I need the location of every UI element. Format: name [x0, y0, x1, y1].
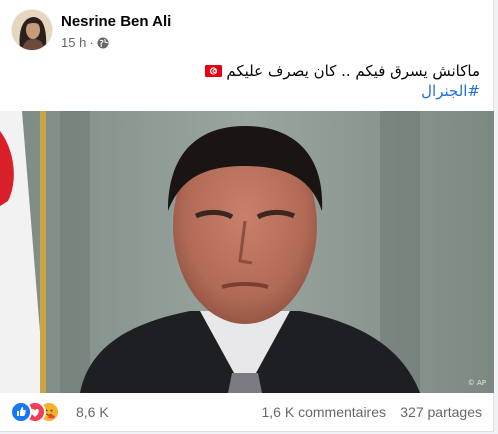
post-header: Nesrine Ben Ali 15 h · [12, 10, 482, 54]
author-avatar[interactable] [12, 10, 52, 50]
globe-icon [97, 37, 109, 49]
post-time[interactable]: 15 h [61, 35, 86, 50]
photo-credit: © AP [467, 379, 486, 387]
reactions-summary[interactable] [12, 403, 72, 421]
comments-count[interactable]: 1,6 K commentaires [262, 404, 387, 420]
author-name[interactable]: Nesrine Ben Ali [61, 13, 171, 30]
post-photo[interactable]: © AP [0, 111, 494, 393]
like-icon [12, 403, 30, 421]
shares-count[interactable]: 327 partages [400, 404, 482, 420]
meta-separator: · [89, 35, 94, 50]
hashtag-link[interactable]: #الجنرال [202, 81, 480, 101]
facebook-post: Nesrine Ben Ali 15 h · ماكانش يسرق فيكم … [0, 0, 494, 432]
post-text: ماكانش يسرق فيكم .. كان يصرف عليكم #الجن… [202, 61, 480, 101]
reactions-count[interactable]: 8,6 K [76, 404, 109, 420]
tunisia-flag-icon [204, 62, 222, 77]
post-meta: 15 h · [61, 35, 109, 50]
post-text-line: ماكانش يسرق فيكم .. كان يصرف عليكم [226, 62, 480, 80]
post-footer: 8,6 K 1,6 K commentaires 327 partages [12, 398, 482, 426]
